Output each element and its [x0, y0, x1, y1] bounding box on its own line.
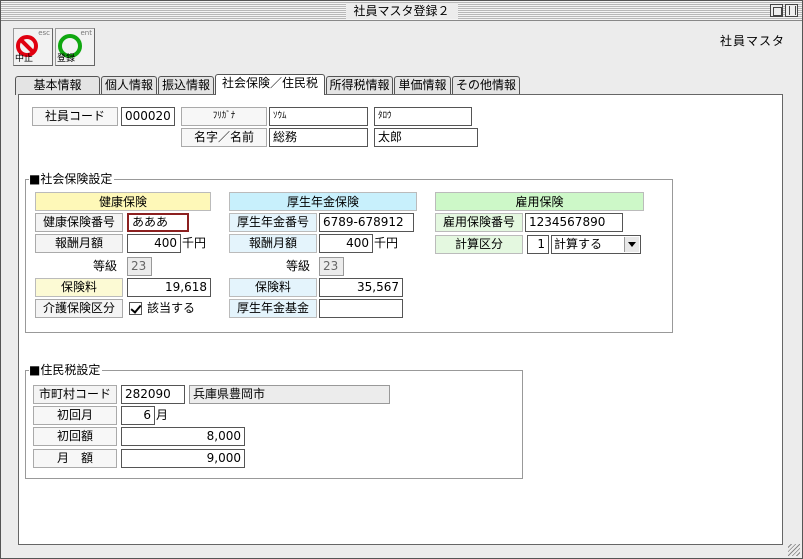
first-name-field[interactable]: 太郎	[374, 128, 478, 147]
first-month-unit: 月	[156, 408, 169, 422]
health-premium-field[interactable]: 19,618	[127, 278, 211, 297]
calc-type-code-field[interactable]: 1	[527, 235, 549, 254]
pension-salary-unit: 千円	[374, 236, 399, 250]
tab-panel: 社員コード 000020 ﾌﾘｶﾞﾅ ｿｳﾑ ﾀﾛｳ 名字／名前 総務 太郎 ■…	[18, 94, 783, 545]
care-insurance-label: 介護保険区分	[35, 299, 123, 318]
health-insurance-header: 健康保険	[35, 192, 211, 211]
pension-salary-label: 報酬月額	[229, 234, 317, 253]
care-insurance-checkbox[interactable]	[129, 302, 142, 315]
tab-other[interactable]: その他情報	[452, 76, 520, 95]
pension-grade-label: 等級	[286, 259, 311, 273]
health-grade-label: 等級	[93, 259, 118, 273]
stop-button[interactable]: esc 中止	[13, 28, 53, 66]
health-grade-field: 23	[127, 257, 152, 276]
stop-label: 中止	[15, 54, 34, 64]
employment-insurance-header: 雇用保険	[435, 192, 644, 211]
save-label: 登録	[57, 54, 76, 64]
monthly-amount-field[interactable]: 9,000	[121, 449, 245, 468]
health-salary-label: 報酬月額	[35, 234, 123, 253]
window-title: 社員マスタ登録２	[345, 3, 458, 19]
care-insurance-check-label: 該当する	[147, 301, 196, 315]
pension-salary-field[interactable]: 400	[319, 234, 373, 253]
save-shortcut-hint: ent	[80, 29, 93, 37]
pension-number-field[interactable]: 6789-678912	[319, 213, 414, 232]
city-code-label: 市町村コード	[33, 385, 117, 404]
first-amount-label: 初回額	[33, 427, 117, 446]
chevron-down-icon[interactable]	[624, 237, 639, 252]
social-insurance-title: ■社会保険設定	[29, 172, 115, 186]
tab-basic[interactable]: 基本情報	[15, 76, 100, 95]
kana-first-field[interactable]: ﾀﾛｳ	[374, 107, 472, 126]
tab-income-tax[interactable]: 所得税情報	[326, 76, 393, 95]
zoom-button[interactable]	[770, 4, 783, 17]
employment-number-label: 雇用保険番号	[435, 213, 523, 232]
name-label: 名字／名前	[181, 128, 267, 147]
first-month-field[interactable]: 6	[121, 406, 155, 425]
tab-transfer[interactable]: 振込情報	[158, 76, 214, 95]
calc-type-selected-value: 計算する	[554, 237, 603, 251]
city-name-field: 兵庫県豊岡市	[189, 385, 390, 404]
pension-grade-field: 23	[319, 257, 344, 276]
pension-fund-label: 厚生年金基金	[229, 299, 317, 318]
health-premium-label: 保険料	[35, 278, 123, 297]
kana-last-field[interactable]: ｿｳﾑ	[269, 107, 368, 126]
first-month-label: 初回月	[33, 406, 117, 425]
app-window: 社員マスタ登録２ esc 中止 ent 登録 社員マスタ 基本情報 個人情報 振…	[0, 0, 803, 559]
monthly-amount-label: 月 額	[33, 449, 117, 468]
employee-code-label: 社員コード	[32, 107, 118, 126]
pension-insurance-header: 厚生年金保険	[229, 192, 417, 211]
save-button[interactable]: ent 登録	[55, 28, 95, 66]
health-salary-field[interactable]: 400	[127, 234, 181, 253]
resident-tax-title: ■住民税設定	[29, 363, 103, 377]
health-number-field[interactable]: あああ	[127, 213, 189, 232]
pension-number-label: 厚生年金番号	[229, 213, 317, 232]
title-bar[interactable]: 社員マスタ登録２	[1, 1, 802, 21]
collapse-button[interactable]	[785, 4, 798, 17]
tab-social-insurance[interactable]: 社会保険／住民税	[215, 74, 325, 95]
tab-personal[interactable]: 個人情報	[101, 76, 157, 95]
health-number-label: 健康保険番号	[35, 213, 123, 232]
first-amount-field[interactable]: 8,000	[121, 427, 245, 446]
city-code-field[interactable]: 282090	[121, 385, 185, 404]
pension-premium-label: 保険料	[229, 278, 317, 297]
kana-label: ﾌﾘｶﾞﾅ	[181, 107, 267, 126]
calc-type-label: 計算区分	[435, 235, 523, 254]
screen-label: 社員マスタ	[720, 34, 786, 48]
tab-unit-price[interactable]: 単価情報	[394, 76, 451, 95]
employment-number-field[interactable]: 1234567890	[525, 213, 623, 232]
calc-type-select[interactable]: 計算する	[551, 235, 641, 254]
health-salary-unit: 千円	[182, 236, 207, 250]
last-name-field[interactable]: 総務	[269, 128, 368, 147]
stop-shortcut-hint: esc	[38, 29, 50, 37]
resize-grip-icon[interactable]	[788, 544, 800, 556]
pension-premium-field[interactable]: 35,567	[319, 278, 403, 297]
employee-code-field[interactable]: 000020	[121, 107, 175, 126]
pension-fund-field[interactable]	[319, 299, 403, 318]
